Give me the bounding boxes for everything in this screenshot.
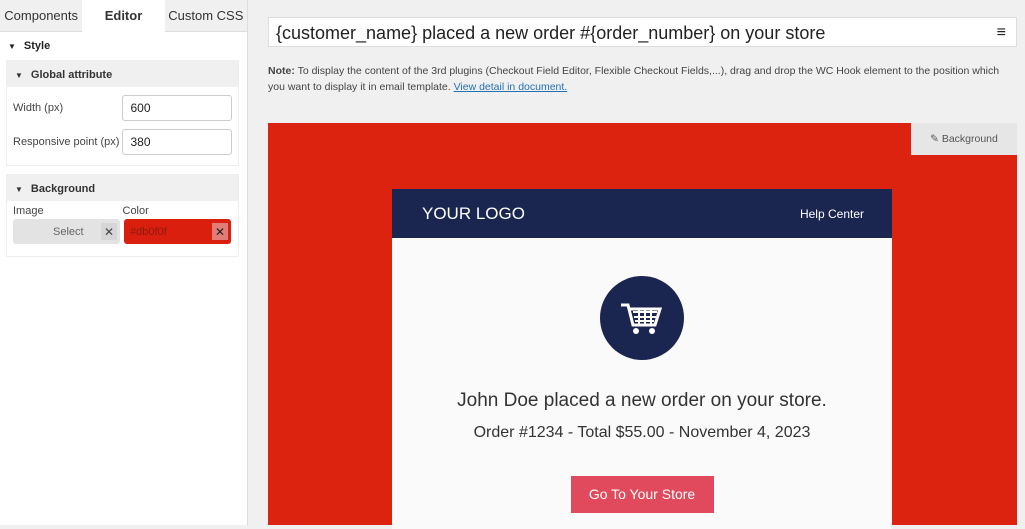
go-to-store-button[interactable]: Go To Your Store	[570, 476, 714, 513]
email-header: YOUR LOGO Help Center	[392, 189, 892, 238]
cart-icon	[600, 276, 684, 360]
sidebar: Components Editor Custom CSS ▼ Style ▼ Glo…	[0, 0, 248, 525]
color-label: Color	[122, 205, 149, 217]
background-toggle[interactable]: ▼ Background	[7, 175, 238, 201]
menu-icon[interactable]: ≡	[997, 18, 1006, 48]
global-attribute-toggle[interactable]: ▼ Global attribute	[7, 61, 238, 87]
email-heading: John Doe placed a new order on your stor…	[457, 390, 827, 411]
note: Note: To display the content of the 3rd …	[268, 63, 1008, 95]
width-label: Width (px)	[13, 102, 64, 114]
email-canvas[interactable]: ✎ Background YOUR LOGO Help Center John …	[268, 123, 1017, 529]
subject-input[interactable]: {customer_name} placed a new order #{ord…	[268, 17, 1017, 47]
color-value: #db0f0f	[130, 225, 167, 238]
responsive-point-label: Responsive point (px)	[13, 136, 120, 148]
caret-down-icon: ▼	[15, 185, 23, 194]
order-summary: Order #1234 - Total $55.00 - November 4,…	[473, 424, 811, 441]
email-body: YOUR LOGO Help Center John Doe placed a …	[392, 189, 892, 529]
tab-editor[interactable]: Editor	[82, 0, 165, 32]
caret-down-icon: ▼	[8, 42, 16, 51]
global-attribute-panel: ▼ Global attribute Width (px) 600 Responsi…	[6, 60, 239, 166]
tab-custom-css[interactable]: Custom CSS	[164, 0, 247, 32]
note-text: To display the content of the 3rd plugin…	[268, 65, 1000, 93]
subject-text: {customer_name} placed a new order #{ord…	[276, 23, 826, 43]
tab-components[interactable]: Components	[0, 0, 83, 32]
global-attribute-title: Global attribute	[30, 69, 113, 81]
view-detail-link[interactable]: View detail in document.	[454, 81, 568, 93]
caret-down-icon: ▼	[15, 71, 23, 80]
image-select-button[interactable]: Select ✕	[13, 219, 120, 244]
style-title: Style	[23, 40, 51, 52]
style-section-toggle[interactable]: ▼ Style	[0, 32, 247, 60]
width-input[interactable]: 600	[122, 95, 232, 121]
background-title: Background	[30, 183, 96, 195]
image-label: Image	[13, 205, 44, 217]
background-button[interactable]: ✎ Background	[911, 123, 1017, 155]
close-icon[interactable]: ✕	[212, 223, 228, 240]
responsive-point-input[interactable]: 380	[122, 129, 232, 155]
help-center-link[interactable]: Help Center	[800, 207, 864, 221]
color-input[interactable]: #db0f0f ✕	[124, 219, 231, 244]
background-panel: ▼ Background Image Color Select ✕ #db0f0f ✕	[6, 174, 239, 257]
background-button-label: Background	[941, 133, 998, 145]
select-label: Select	[53, 225, 84, 238]
logo: YOUR LOGO	[422, 203, 525, 223]
note-label: Note:	[268, 65, 295, 77]
pencil-icon: ✎	[930, 133, 942, 145]
close-icon[interactable]: ✕	[101, 223, 117, 240]
